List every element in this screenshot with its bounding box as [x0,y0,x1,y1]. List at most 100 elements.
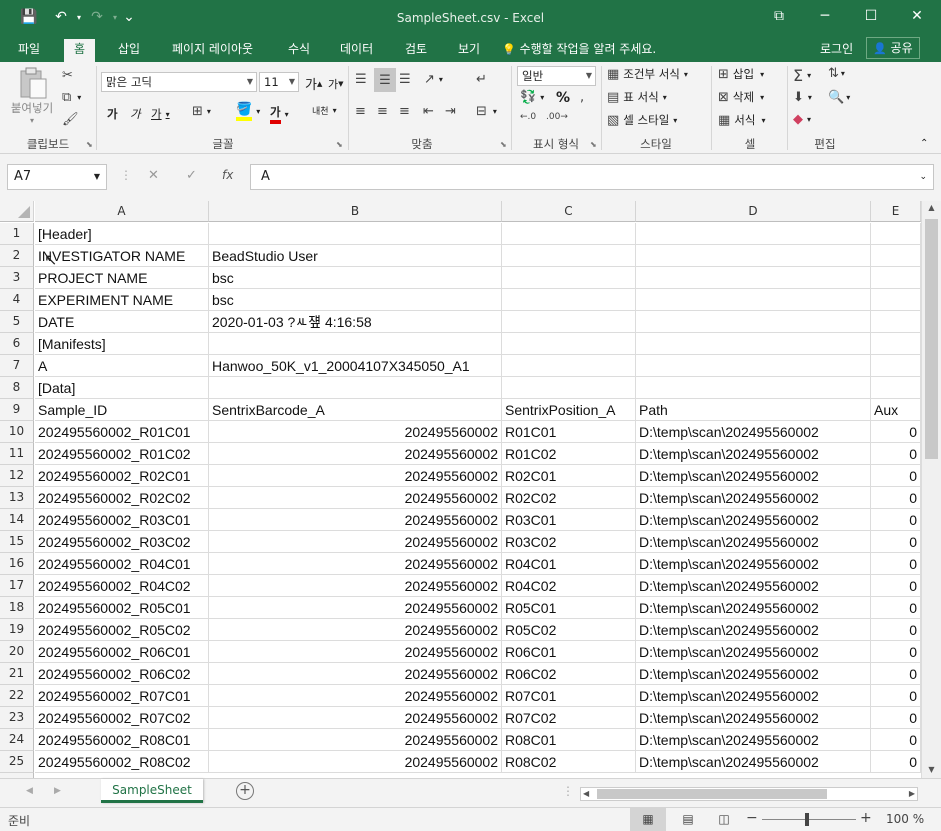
select-all-corner[interactable] [0,201,34,222]
cell[interactable] [636,311,871,333]
decrease-decimal-button[interactable]: .00→ [546,112,568,122]
maximize-icon[interactable]: ☐ [848,0,894,32]
cell[interactable]: A [35,355,209,377]
cell[interactable]: R05C01 [502,597,636,619]
cell[interactable]: EXPERIMENT NAME [35,289,209,311]
row-header[interactable]: 1 [0,223,34,245]
row-header[interactable]: 11 [0,443,34,465]
cell[interactable] [636,223,871,245]
paste-button[interactable]: 붙여넣기 ▾ [10,66,54,125]
row-header[interactable]: 21 [0,663,34,685]
minimize-icon[interactable]: ─ [802,0,848,32]
cell[interactable]: D:\temp\scan\202495560002 [636,531,871,553]
cell[interactable]: 0 [871,597,921,619]
cell[interactable]: D:\temp\scan\202495560002 [636,465,871,487]
cell[interactable] [502,377,636,399]
worksheet-grid[interactable]: ABCDE 1 [Header] 2 INVESTIGATOR NAME BeadStu… [0,201,921,778]
page-layout-view-icon[interactable]: ▤ [676,808,700,831]
row-header[interactable]: 14 [0,509,34,531]
tab-view[interactable]: 보기 [448,39,490,62]
cell[interactable]: 202495560002 [209,465,502,487]
delete-cells-button[interactable]: ⊠ 삭제 ▾ [718,89,764,105]
column-header[interactable]: E [871,201,921,222]
zoom-in-icon[interactable]: + [860,810,872,826]
h-scroll-thumb[interactable] [597,789,827,799]
cell[interactable] [502,355,636,377]
cell[interactable] [871,377,921,399]
decrease-font-button[interactable]: 가 ▼ [328,76,344,92]
format-cells-button[interactable]: ▦ 서식 ▾ [718,112,765,128]
column-header[interactable]: B [209,201,502,222]
cell[interactable]: 202495560002 [209,487,502,509]
row-header[interactable]: 16 [0,553,34,575]
format-painter-button[interactable]: 🖌 [62,112,79,127]
cell[interactable]: 0 [871,531,921,553]
format-as-table-button[interactable]: ▤ 표 서식 ▾ [607,89,667,105]
tab-split-handle-icon[interactable]: ⋮ [562,784,574,798]
cell[interactable]: 0 [871,729,921,751]
row-header[interactable]: 6 [0,333,34,355]
cell[interactable] [636,377,871,399]
cell[interactable]: Path [636,399,871,421]
cell[interactable]: 202495560002_R08C01 [35,729,209,751]
row-header[interactable]: 20 [0,641,34,663]
page-break-view-icon[interactable]: ◫ [712,808,736,831]
cell[interactable]: DATE [35,311,209,333]
cell[interactable]: R03C01 [502,509,636,531]
cell[interactable]: BeadStudio User [209,245,502,267]
cell[interactable]: 202495560002_R07C01 [35,685,209,707]
cell[interactable] [636,267,871,289]
cell[interactable]: R01C01 [502,421,636,443]
cell[interactable]: D:\temp\scan\202495560002 [636,663,871,685]
next-sheet-icon[interactable]: ▶ [54,786,61,796]
cell[interactable]: Aux [871,399,921,421]
font-color-button[interactable]: 가 ▾ [270,104,289,124]
insert-cells-button[interactable]: ⊞ 삽입 ▾ [718,66,764,82]
cell[interactable] [871,355,921,377]
cell[interactable]: Hanwoo_50K_v1_20004107X345050_A1 [209,355,502,377]
ribbon-display-options-icon[interactable]: ⧉ [756,0,802,32]
cell[interactable]: 0 [871,751,921,773]
cell[interactable]: R02C02 [502,487,636,509]
cell[interactable]: [Header] [35,223,209,245]
number-launcher-icon[interactable]: ⬊ [590,140,597,149]
cell[interactable]: D:\temp\scan\202495560002 [636,421,871,443]
cell[interactable]: D:\temp\scan\202495560002 [636,553,871,575]
horizontal-scrollbar[interactable]: ◀ ▶ [580,787,918,801]
cell[interactable]: Sample_ID [35,399,209,421]
bold-button[interactable]: 가 [107,106,118,122]
add-sheet-icon[interactable]: + [236,782,254,800]
cell[interactable]: R04C02 [502,575,636,597]
enter-icon[interactable]: ✓ [186,168,197,183]
cell[interactable]: R08C01 [502,729,636,751]
row-header[interactable]: 4 [0,289,34,311]
cell[interactable]: 202495560002 [209,685,502,707]
cell[interactable]: 0 [871,685,921,707]
autosum-button[interactable]: Σ ▾ [793,66,811,85]
fill-color-button[interactable]: 🪣 ▾ [236,102,260,121]
cell[interactable] [636,289,871,311]
cell[interactable]: R06C01 [502,641,636,663]
font-launcher-icon[interactable]: ⬊ [336,140,343,149]
cell[interactable]: D:\temp\scan\202495560002 [636,619,871,641]
phonetic-guide-button[interactable]: 내천 ▾ [312,104,337,117]
cell[interactable]: R02C01 [502,465,636,487]
borders-button[interactable]: ⊞ ▾ [192,104,211,119]
tab-file[interactable]: 파일 [8,39,50,62]
tab-review[interactable]: 검토 [395,39,437,62]
cell[interactable] [502,333,636,355]
collapse-ribbon-icon[interactable]: ⌃ [920,138,928,149]
copy-button[interactable]: ⧉ ▾ [62,90,81,105]
cell[interactable]: 202495560002 [209,575,502,597]
cell[interactable]: 202495560002 [209,641,502,663]
cell[interactable]: 202495560002 [209,663,502,685]
cell[interactable] [502,267,636,289]
cell[interactable]: 202495560002_R05C01 [35,597,209,619]
vertical-scrollbar[interactable]: ▲ ▼ [921,201,941,778]
formula-input[interactable]: A ⌄ [250,164,934,190]
cell[interactable]: 202495560002_R01C02 [35,443,209,465]
italic-button[interactable]: 가 [130,106,141,122]
align-middle-button[interactable]: ☰ [374,68,396,92]
percent-style-button[interactable]: % [556,90,570,106]
close-icon[interactable]: ✕ [894,0,940,32]
